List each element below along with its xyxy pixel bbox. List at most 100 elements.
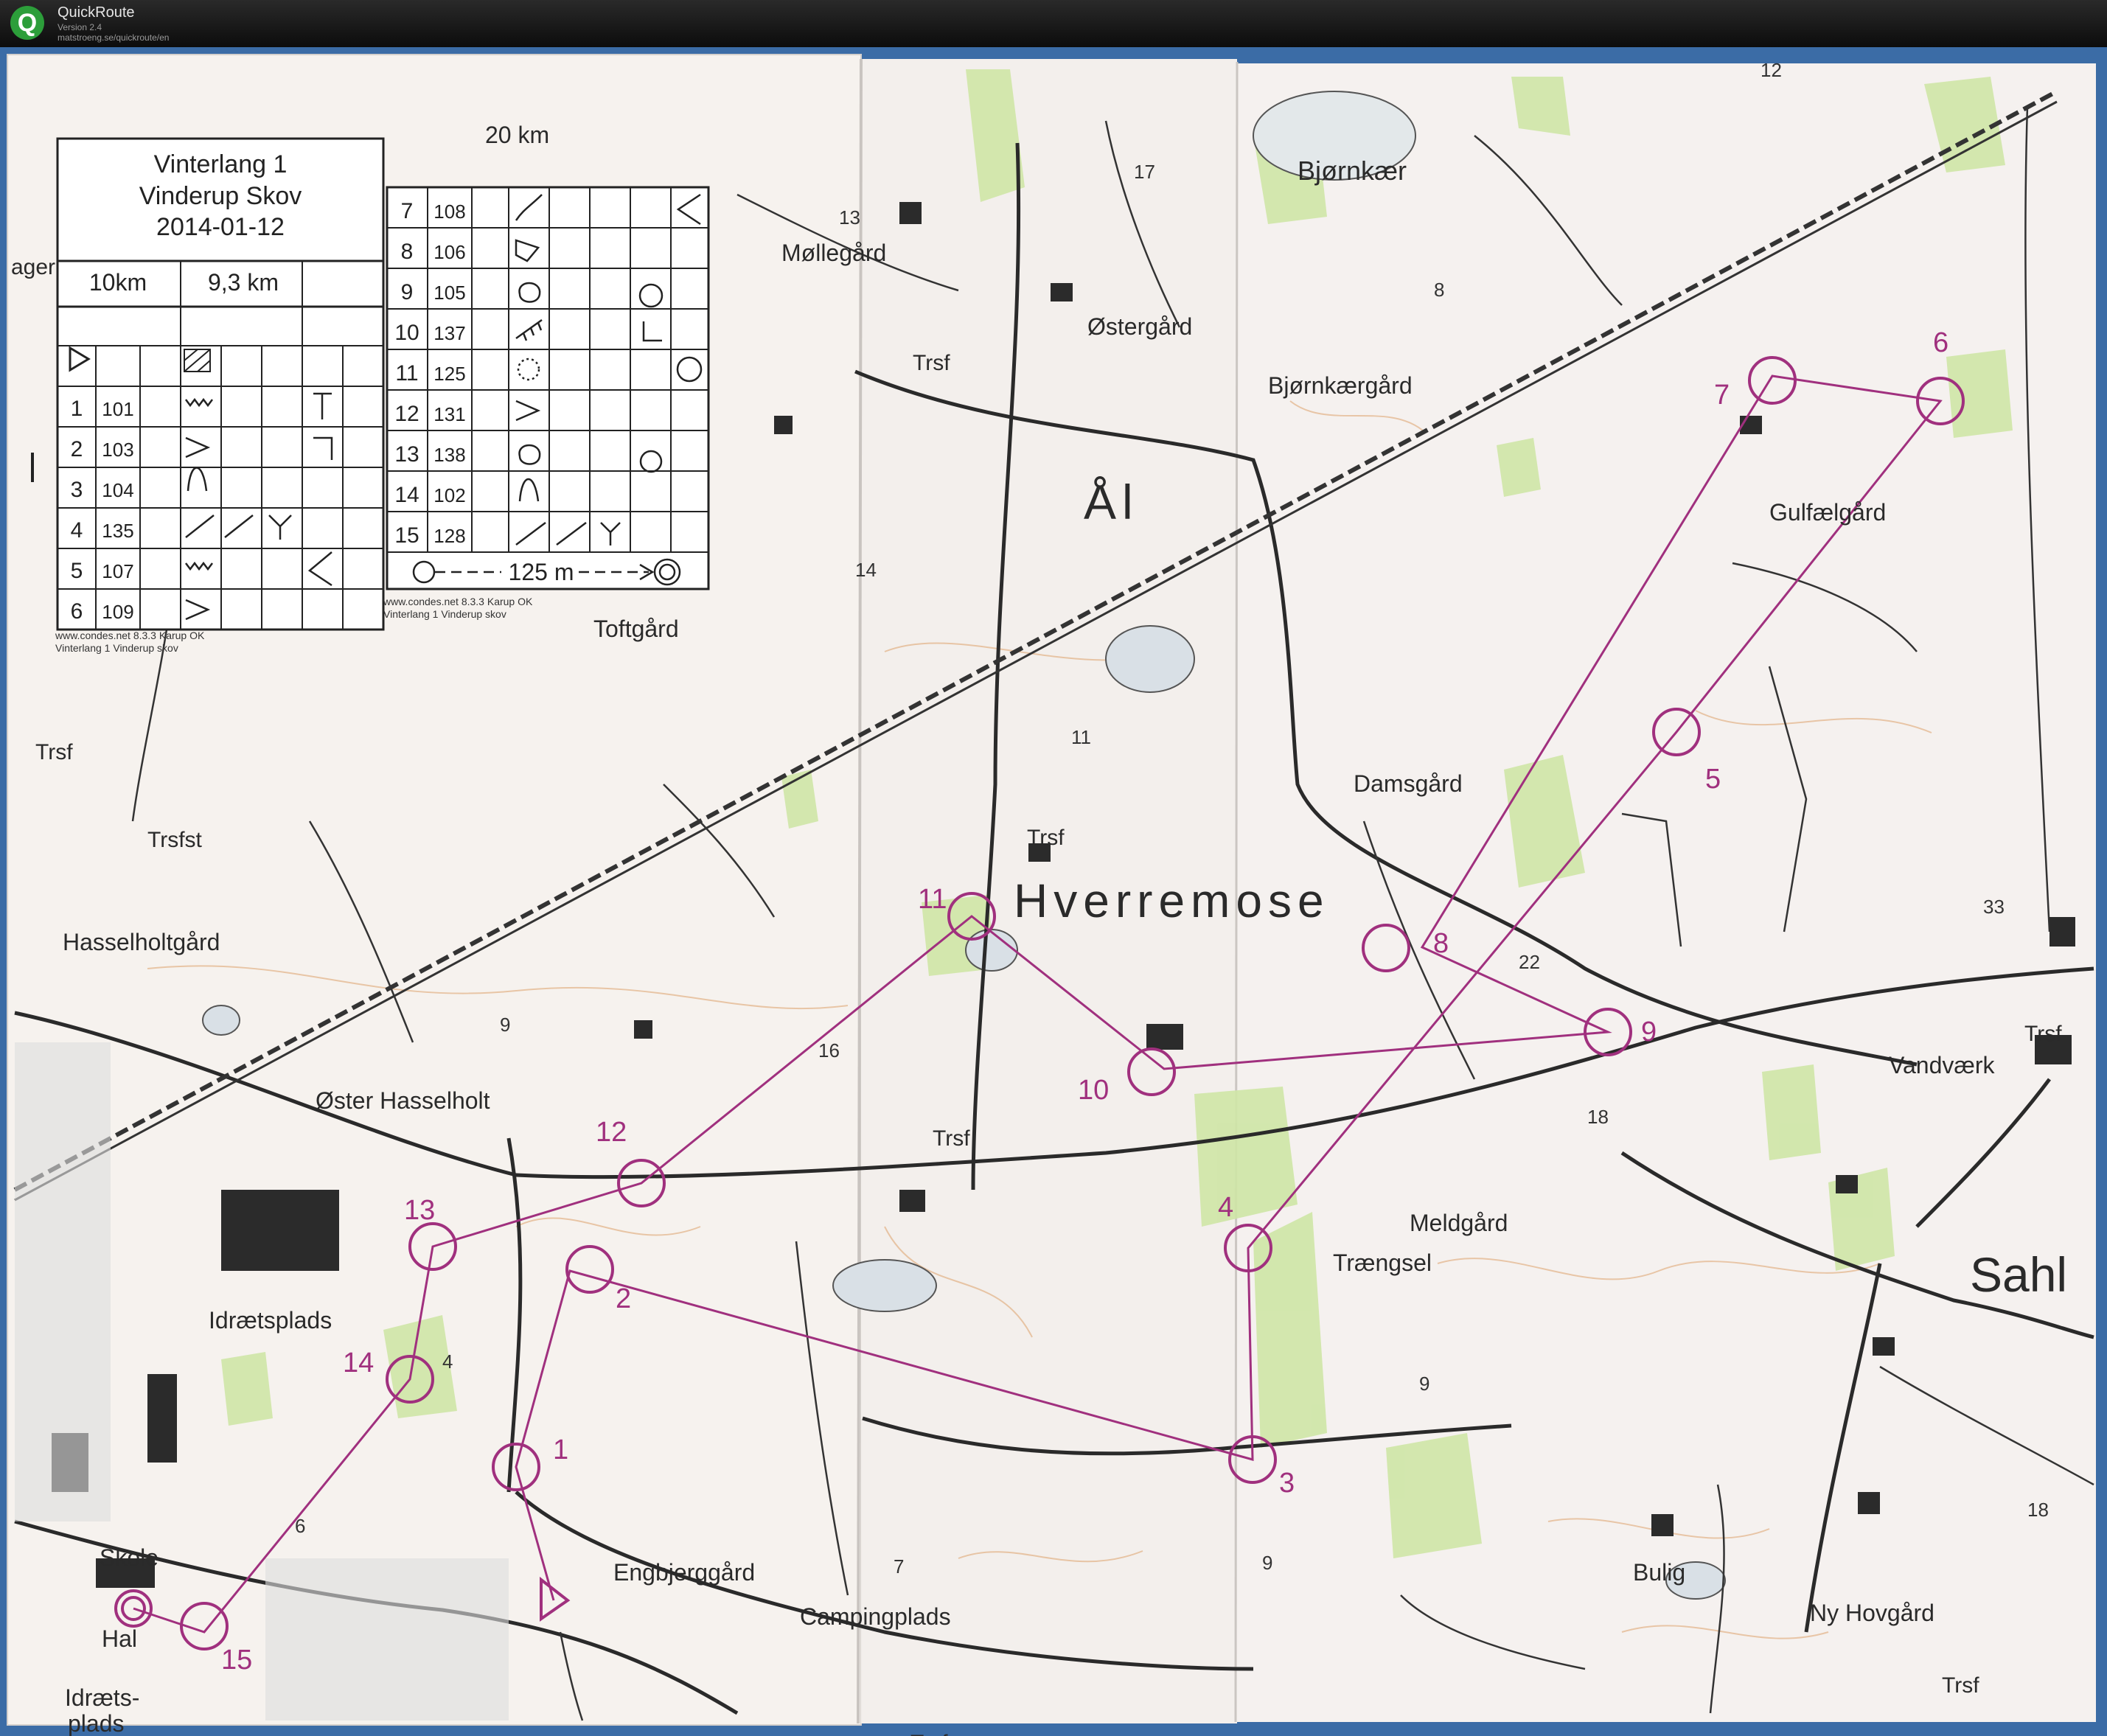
legend-row-num: 15 [394,523,419,548]
legend-row-num: 2 [71,437,83,461]
place-name-campingplads: Campingplads [800,1603,951,1630]
legend-row-num: 4 [71,518,83,543]
place-name-ager: ager [11,255,55,279]
map-number: 11 [1071,726,1091,748]
pond [1105,625,1195,693]
legend-title-2: Vinderup Skov [139,182,302,210]
legend-credit-2: Vinterlang 1 Vinderup skov [383,608,506,620]
legend-row-num: 6 [71,599,83,624]
legend-row-num: 8 [401,240,414,264]
legend-row-num: 1 [71,397,83,421]
app-url: matstroeng.se/quickroute/en [58,32,170,43]
control-description-right: 7 108 8 106 9 105 10 137 11 125 12 131 1… [383,186,710,620]
place-name-idraetsplads: Idrætsplads [209,1307,332,1334]
place-name-toftgaard: Toftgård [593,616,679,642]
place-name-oster-hasselholt: Øster Hasselholt [316,1087,490,1114]
place-name-20km: 20 km [485,122,549,148]
control-label: 1 [553,1435,568,1465]
building [899,202,922,224]
legend-row-num: 3 [71,478,83,502]
control-label: 8 [1433,928,1449,959]
place-name-trsf: Trsf [910,1731,948,1736]
map-number: 9 [1262,1552,1272,1574]
legend-row-num: 7 [401,199,414,223]
place-name-sahl: Sahl [1970,1247,2067,1302]
legend-row-code: 101 [102,398,133,420]
legend-row-code: 128 [433,525,465,547]
app-title: QuickRoute [58,4,135,21]
place-name-traengsel: Trængsel [1333,1249,1432,1276]
control-description-left: Vinterlang 1 Vinderup Skov 2014-01-12 10… [31,137,385,631]
place-name-idraets: Idræts- [65,1684,139,1711]
legend-title-1: Vinterlang 1 [154,150,288,178]
field-area [221,1352,273,1426]
legend-row-num: 11 [395,361,418,386]
map-number: 22 [1519,951,1540,973]
app-titlebar: Q QuickRoute Version 2.4 matstroeng.se/q… [0,0,2107,47]
field-area [1511,77,1570,136]
place-name-hal: Hal [102,1625,137,1652]
place-name-plads: plads [68,1710,125,1736]
place-name-meldgaard: Meldgård [1410,1210,1508,1236]
field-area [1946,349,2013,438]
map-number: 13 [839,206,860,229]
legend-credit-1: www.condes.net 8.3.3 Karup OK [55,630,205,641]
place-name-bjornkaergaard: Bjørnkærgård [1268,372,1413,399]
map-number: 17 [1134,161,1155,183]
building [2049,917,2075,947]
legend-row-code: 103 [102,439,133,461]
control-label: 15 [221,1645,252,1676]
place-name-trsf: Trsf [2024,1022,2062,1046]
legend-row-num: 5 [71,559,83,583]
place-name-engbjerggaard: Engbjerggård [613,1559,755,1586]
control-label: 2 [616,1283,631,1314]
control-label: 13 [404,1195,435,1226]
map-number: 18 [2027,1499,2049,1521]
control-label: 14 [343,1348,374,1378]
place-name-vandvaerk: Vandværk [1889,1052,1995,1078]
map-number: 9 [500,1014,510,1036]
orienteering-map[interactable]: 1 2 3 4 5 6 7 8 9 10 11 12 13 14 15 Hver… [0,47,2107,1736]
building [221,1190,339,1271]
quickroute-logo-icon: Q [10,6,44,40]
place-name-trsf: Trsf [1027,826,1065,850]
building [1836,1175,1858,1193]
town-block [265,1558,509,1721]
place-name-hverremose: Hverremose [1014,874,1330,927]
place-name-hasselholtgaard: Hasselholtgård [63,929,220,955]
map-number: 33 [1983,896,2005,918]
legend-row-code: 131 [433,403,465,425]
legend-row-num: 14 [394,483,419,507]
map-number: 16 [818,1039,840,1062]
control-label: 3 [1279,1468,1295,1499]
town-block [15,1042,111,1521]
finish-distance-text: 125 m [509,559,574,585]
building [1858,1492,1880,1514]
legend-row-num: 10 [394,321,419,345]
building [899,1190,925,1212]
place-name-bulig: Bulig [1633,1559,1685,1586]
map-number: 7 [894,1555,904,1578]
map-number: 18 [1587,1106,1609,1128]
place-name-bjornkaer: Bjørnkær [1298,156,1407,186]
field-area [1497,438,1541,497]
field-area [1762,1064,1821,1160]
legend-row-num: 9 [401,280,414,304]
pond [202,1005,240,1036]
building [1051,283,1073,301]
legend-row-code: 106 [433,241,465,263]
building [1651,1514,1674,1536]
legend-row-code: 125 [433,363,465,385]
place-name-trsf: Trsf [933,1126,970,1151]
building [1873,1337,1895,1356]
map-canvas[interactable]: 1 2 3 4 5 6 7 8 9 10 11 12 13 14 15 Hver… [0,47,2107,1736]
place-name-trsf: Trsf [35,740,73,764]
control-label: 7 [1714,380,1730,411]
legend-credit-2: Vinterlang 1 Vinderup skov [55,642,178,654]
control-label: 5 [1705,764,1721,795]
map-number: 9 [1419,1373,1429,1395]
map-number: 4 [442,1350,453,1373]
place-name-damsgaard: Damsgård [1354,770,1463,797]
pond [832,1259,937,1312]
control-label: 12 [596,1117,627,1148]
